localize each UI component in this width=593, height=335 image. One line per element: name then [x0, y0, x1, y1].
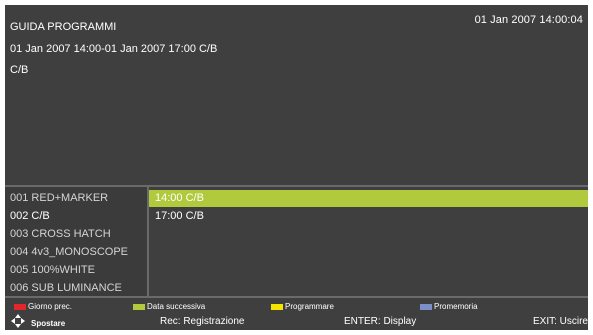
program-list: 14:00 C/B 17:00 C/B — [149, 187, 588, 296]
channel-item[interactable]: 004 4v3_MONOSCOPE — [10, 244, 128, 261]
red-key[interactable]: Giorno prec. — [14, 300, 72, 313]
yellow-key[interactable]: Programmare — [271, 300, 334, 313]
four-way-arrow-icon — [11, 314, 25, 333]
green-key[interactable]: Data successiva — [133, 300, 205, 313]
page-title: GUIDA PROGRAMMI — [10, 21, 117, 33]
channel-item[interactable]: 005 100%WHITE — [10, 262, 95, 279]
exit-hint[interactable]: EXIT: Uscire — [533, 314, 588, 329]
blue-key-swatch — [420, 303, 432, 310]
red-key-swatch — [14, 303, 26, 310]
key-legend: Giorno prec. Data successiva Programmare… — [5, 298, 588, 330]
enter-hint[interactable]: ENTER: Display — [344, 314, 416, 329]
channel-list: 001 RED+MARKER 002 C/B 003 CROSS HATCH 0… — [5, 187, 147, 296]
time-range: 01 Jan 2007 14:00-01 Jan 2007 17:00 C/B — [10, 43, 218, 55]
program-item[interactable]: 17:00 C/B — [149, 208, 588, 225]
green-key-label: Data successiva — [147, 302, 206, 311]
rec-hint[interactable]: Rec: Registrazione — [160, 314, 244, 329]
program-item-selected[interactable]: 14:00 C/B — [149, 190, 588, 207]
channel-item-selected[interactable]: 002 C/B — [10, 208, 50, 225]
red-key-label: Giorno prec. — [28, 302, 73, 311]
move-hint: Spostare — [11, 314, 65, 329]
epg-screen: 01 Jan 2007 14:00:04 GUIDA PROGRAMMI 01 … — [5, 5, 588, 330]
yellow-key-swatch — [271, 303, 283, 310]
program-name: C/B — [10, 64, 29, 76]
green-key-swatch — [133, 303, 145, 310]
blue-key-label: Promemoria — [434, 302, 478, 311]
move-hint-label: Spostare — [31, 319, 66, 329]
yellow-key-label: Programmare — [285, 302, 334, 311]
clock: 01 Jan 2007 14:00:04 — [474, 14, 583, 26]
blue-key[interactable]: Promemoria — [420, 300, 478, 313]
channel-item[interactable]: 003 CROSS HATCH — [10, 226, 111, 243]
channel-item[interactable]: 006 SUB LUMINANCE — [10, 280, 122, 297]
channel-item[interactable]: 001 RED+MARKER — [10, 190, 108, 207]
